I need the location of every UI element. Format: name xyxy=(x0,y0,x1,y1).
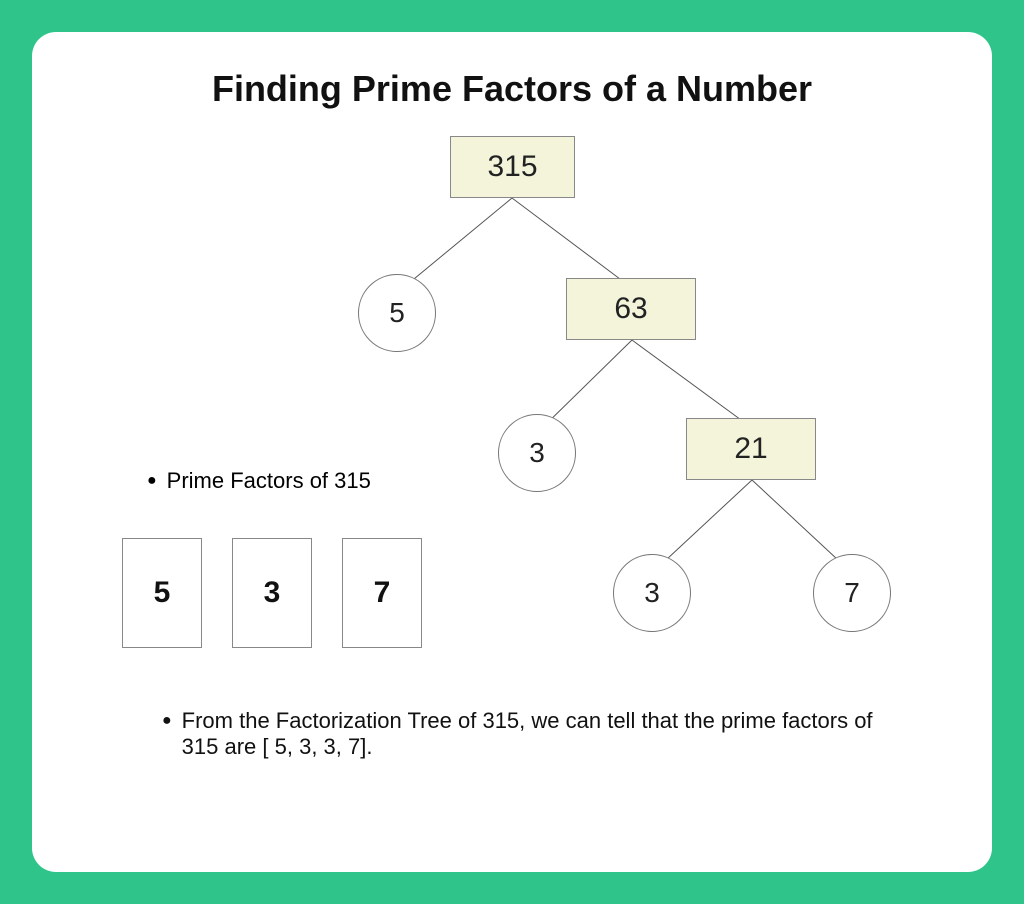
prime-factor-box: 7 xyxy=(342,538,422,648)
tree-node-l1-right: 63 xyxy=(566,278,696,340)
card: Finding Prime Factors of a Number 315 5 … xyxy=(32,32,992,872)
tree-node-l3-right: 7 xyxy=(813,554,891,632)
tree-node-l3-left: 3 xyxy=(613,554,691,632)
explanation-text: From the Factorization Tree of 315, we c… xyxy=(92,708,912,760)
prime-factors-label: Prime Factors of 315 xyxy=(147,468,371,494)
tree-node-l2-right: 21 xyxy=(686,418,816,480)
factor-tree-diagram: 315 5 63 3 21 3 7 Prime Factors of 315 5… xyxy=(92,118,932,678)
prime-factor-box: 3 xyxy=(232,538,312,648)
tree-node-l1-left: 5 xyxy=(358,274,436,352)
prime-factor-box: 5 xyxy=(122,538,202,648)
page-title: Finding Prime Factors of a Number xyxy=(92,68,932,110)
tree-node-l2-left: 3 xyxy=(498,414,576,492)
prime-factor-boxes: 5 3 7 xyxy=(122,538,422,648)
tree-node-root: 315 xyxy=(450,136,575,198)
explanation-content: From the Factorization Tree of 315, we c… xyxy=(182,708,912,760)
